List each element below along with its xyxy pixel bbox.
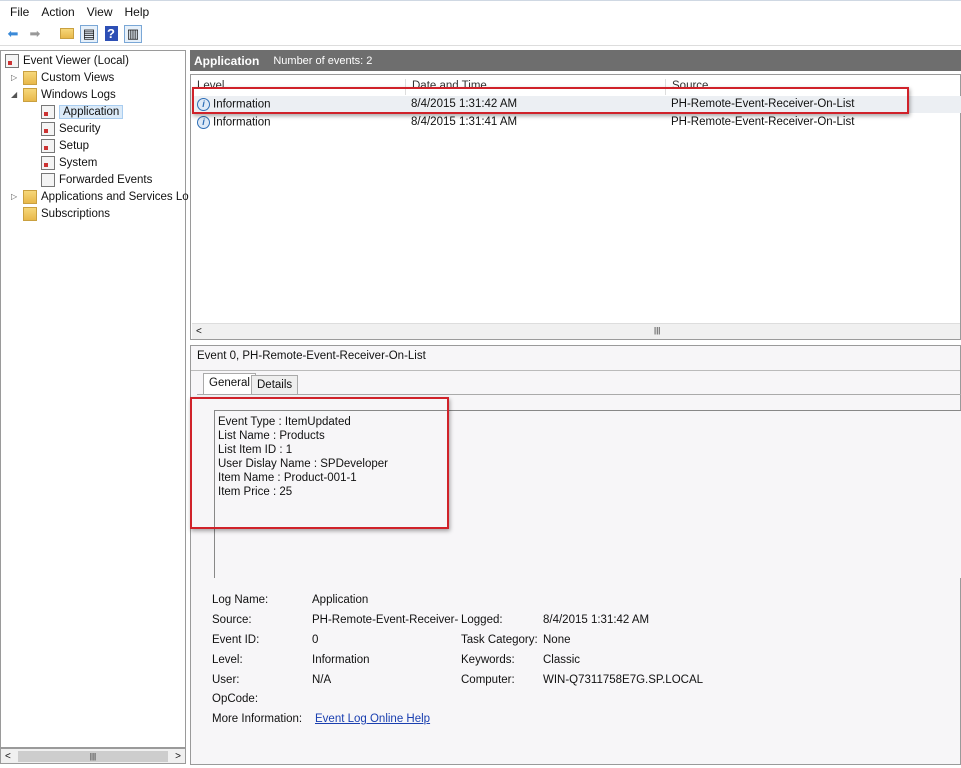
tree-label: Custom Views	[41, 71, 115, 84]
tree-label: Security	[59, 122, 101, 135]
tree-label: Applications and Services Lo	[41, 190, 189, 203]
tree-setup[interactable]: Setup	[41, 137, 89, 154]
log-icon	[41, 104, 55, 119]
information-icon: i	[197, 116, 210, 129]
tree-label: System	[59, 156, 98, 169]
keywords-label: Keywords:	[461, 654, 515, 666]
source-label: Source:	[212, 614, 252, 626]
show-hide-console-tree-icon[interactable]: ▤	[80, 24, 98, 43]
computer-value: WIN-Q7311758E7G.SP.LOCAL	[543, 674, 704, 686]
list-horizontal-scrollbar[interactable]: < |||	[192, 323, 960, 339]
menu-help[interactable]: Help	[119, 5, 156, 19]
log-name-value: Application	[312, 594, 369, 606]
highlight-box	[192, 87, 909, 114]
logged-label: Logged:	[461, 614, 503, 626]
log-title: Application	[194, 53, 260, 68]
scroll-right-icon[interactable]: >	[175, 751, 181, 762]
forward-arrow-icon[interactable]: ➡	[26, 25, 44, 43]
event-row[interactable]: i Information 8/4/2015 1:31:41 AM PH-Remo…	[193, 114, 961, 131]
log-name-label: Log Name:	[212, 594, 269, 606]
folder-icon	[23, 70, 37, 85]
tree-horizontal-scrollbar[interactable]: < ||| >	[0, 748, 186, 764]
folder-up-icon[interactable]	[58, 25, 76, 43]
back-arrow-icon[interactable]: ⬅	[4, 25, 22, 43]
tree-system[interactable]: System	[41, 154, 97, 171]
log-icon	[41, 138, 55, 153]
detail-title: Event 0, PH-Remote-Event-Receiver-On-Lis…	[197, 350, 426, 362]
highlight-box	[190, 397, 449, 529]
tree-label: Event Viewer (Local)	[23, 54, 129, 67]
folder-icon	[23, 87, 37, 102]
collapse-arrow-icon[interactable]: ◢	[11, 90, 17, 99]
scroll-left-icon[interactable]: <	[196, 326, 202, 337]
tree-apps-services[interactable]: Applications and Services Lo	[23, 188, 189, 205]
menu-view[interactable]: View	[81, 5, 119, 19]
keywords-value: Classic	[543, 654, 581, 666]
expand-arrow-icon[interactable]: ▷	[11, 192, 17, 201]
expand-arrow-icon[interactable]: ▷	[11, 73, 17, 82]
menu-bar: File Action View Help	[0, 0, 961, 22]
show-hide-action-pane-icon[interactable]: ▥	[124, 24, 142, 43]
opcode-label: OpCode:	[212, 693, 259, 705]
subscriptions-icon	[23, 206, 37, 221]
tree-label: Subscriptions	[41, 207, 111, 220]
tree-label: Windows Logs	[41, 88, 116, 101]
tree-custom-views[interactable]: Custom Views	[23, 69, 114, 86]
source-value: PH-Remote-Event-Receiver-	[312, 614, 459, 626]
tab-details[interactable]: Details	[251, 375, 299, 395]
menu-action[interactable]: Action	[35, 5, 80, 19]
task-category-value: None	[543, 634, 571, 646]
tree-application[interactable]: Application	[41, 103, 124, 120]
event-id-label: Event ID:	[212, 634, 260, 646]
user-value: N/A	[312, 674, 332, 686]
level-text: Information	[213, 116, 271, 129]
tree-label: Forwarded Events	[59, 173, 153, 186]
level-value: Information	[312, 654, 370, 666]
datetime-cell: 8/4/2015 1:31:41 AM	[411, 116, 518, 128]
task-category-label: Task Category:	[461, 634, 538, 646]
tree-forwarded-events[interactable]: Forwarded Events	[41, 171, 152, 188]
help-icon[interactable]: ?	[102, 25, 120, 43]
tab-general[interactable]: General	[203, 373, 256, 395]
user-label: User:	[212, 674, 240, 686]
tree-subscriptions[interactable]: Subscriptions	[23, 205, 110, 222]
log-header: Application Number of events: 2	[190, 50, 961, 71]
tree-root[interactable]: Event Viewer (Local)	[5, 52, 129, 69]
scroll-thumb[interactable]: |||	[18, 750, 168, 762]
event-id-value: 0	[312, 634, 319, 646]
more-info-label: More Information:	[212, 713, 303, 725]
tree-windows-logs[interactable]: Windows Logs	[23, 86, 116, 103]
tree-security[interactable]: Security	[41, 120, 101, 137]
level-cell: i Information	[197, 116, 271, 129]
source-cell: PH-Remote-Event-Receiver-On-List	[671, 116, 855, 128]
event-log-online-help-link[interactable]: Event Log Online Help	[315, 713, 430, 725]
computer-label: Computer:	[461, 674, 515, 686]
scroll-thumb[interactable]: |||	[654, 326, 660, 335]
event-count: Number of events: 2	[273, 54, 373, 67]
folder-icon	[23, 189, 37, 204]
menu-file[interactable]: File	[4, 5, 35, 19]
console-tree: Event Viewer (Local) ▷ Custom Views ◢ Wi…	[0, 50, 189, 748]
logged-value: 8/4/2015 1:31:42 AM	[543, 614, 650, 626]
log-icon	[41, 121, 55, 136]
event-viewer-icon	[5, 53, 19, 68]
level-label: Level:	[212, 654, 243, 666]
tree-label: Setup	[59, 139, 90, 152]
scroll-left-icon[interactable]: <	[5, 751, 11, 762]
tree-label: Application	[59, 104, 124, 119]
log-icon	[41, 155, 55, 170]
toolbar: ⬅ ➡ ▤ ? ▥	[0, 22, 961, 46]
log-icon	[41, 172, 55, 187]
